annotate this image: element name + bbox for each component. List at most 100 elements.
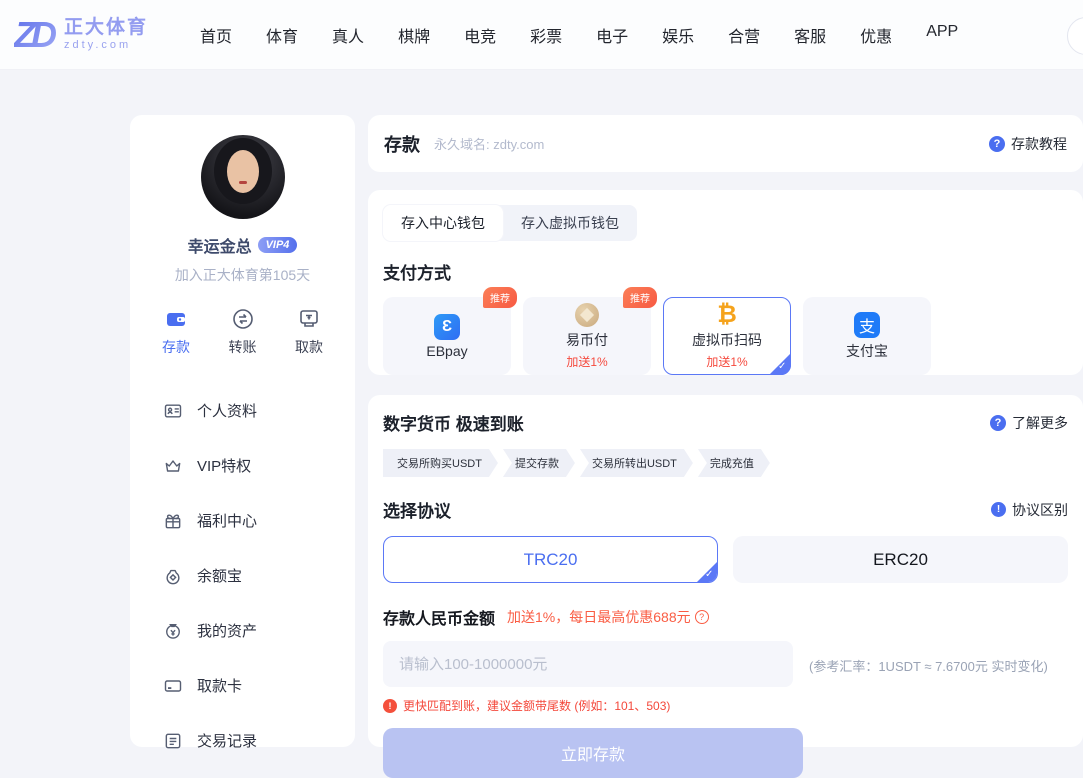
protocol-heading: 选择协议	[383, 497, 451, 522]
amount-input[interactable]	[383, 641, 793, 687]
avatar[interactable]	[201, 135, 285, 219]
wallet-tabs: 存入中心钱包 存入虚拟币钱包	[383, 205, 637, 241]
warning-icon: !	[383, 699, 397, 713]
gold-coin-icon	[575, 303, 599, 327]
payment-heading: 支付方式	[383, 259, 1068, 284]
nav-item-promo[interactable]: 优惠	[860, 23, 892, 47]
nav-item-live[interactable]: 真人	[332, 23, 364, 47]
promo-help-icon[interactable]: ?	[695, 610, 709, 624]
amount-promo: 加送1%，每日最高优惠688元 ?	[507, 607, 709, 627]
payment-methods: 推荐 Ɛ EBpay 推荐 易币付 加送1% ₿ 虚拟币扫码 加送1% ✓ 支 …	[383, 297, 1068, 375]
gift-icon	[163, 511, 183, 531]
recommend-badge: 推荐	[623, 287, 657, 308]
recommend-badge: 推荐	[483, 287, 517, 308]
nav-item-esports[interactable]: 电竞	[464, 23, 496, 47]
ebpay-icon: Ɛ	[434, 314, 460, 340]
deposit-submit-button[interactable]: 立即存款	[383, 728, 803, 778]
bitcoin-icon: ₿	[717, 303, 737, 327]
money-bag-icon	[163, 621, 183, 641]
bank-card-icon	[163, 676, 183, 696]
crypto-deposit-card: 数字货币 极速到账 ? 了解更多 交易所购买USDT 提交存款 交易所转出USD…	[368, 395, 1083, 747]
sidebar-item-profile[interactable]: 个人资料	[130, 383, 355, 438]
selected-check-icon: ✓	[769, 353, 791, 375]
nav-edge-circle[interactable]	[1067, 17, 1083, 55]
sidebar-item-label: 交易记录	[197, 730, 257, 751]
tab-crypto-wallet[interactable]: 存入虚拟币钱包	[503, 205, 637, 241]
join-days-text: 加入正大体育第105天	[130, 265, 355, 285]
sidebar-menu: 个人资料 VIP特权 福利中心 余额宝 我的资产 取款卡 交易记录	[130, 383, 355, 768]
alipay-icon: 支	[854, 312, 880, 338]
withdraw-icon	[297, 307, 321, 331]
sidebar-item-label: 福利中心	[197, 510, 257, 531]
protocol-diff-link[interactable]: ! 协议区别	[991, 500, 1068, 520]
sidebar-item-welfare[interactable]: 福利中心	[130, 493, 355, 548]
deposit-tutorial-link[interactable]: ? 存款教程	[989, 134, 1067, 154]
step-buy-usdt: 交易所购买USDT	[383, 449, 498, 477]
page-title: 存款	[384, 131, 420, 157]
profile-sidebar: 幸运金总 VIP4 加入正大体育第105天 存款 转账 取款 个人资料	[130, 115, 355, 747]
step-submit-deposit: 提交存款	[503, 449, 575, 477]
logo-domain: zdty.com	[64, 39, 148, 51]
tab-central-wallet[interactable]: 存入中心钱包	[383, 205, 503, 241]
quick-action-deposit[interactable]: 存款	[162, 307, 190, 357]
payment-method-card: 存入中心钱包 存入虚拟币钱包 支付方式 推荐 Ɛ EBpay 推荐 易币付 加送…	[368, 190, 1083, 375]
site-logo[interactable]: ZD 正大体育 zdty.com	[14, 14, 148, 56]
sidebar-item-vip[interactable]: VIP特权	[130, 438, 355, 493]
crypto-heading: 数字货币 极速到账	[383, 410, 524, 435]
quick-actions: 存款 转账 取款	[130, 307, 355, 357]
nav-item-slots[interactable]: 电子	[596, 23, 628, 47]
transaction-list-icon	[163, 731, 183, 751]
protocol-erc20[interactable]: ERC20	[733, 536, 1068, 583]
sidebar-item-label: VIP特权	[197, 455, 251, 476]
step-complete: 完成充值	[698, 449, 770, 477]
sidebar-item-assets[interactable]: 我的资产	[130, 603, 355, 658]
nav-menu: 首页 体育 真人 棋牌 电竞 彩票 电子 娱乐 合营 客服 优惠 APP	[200, 23, 958, 47]
amount-label: 存款人民币金额	[383, 605, 495, 629]
quick-action-label: 存款	[162, 337, 190, 357]
quick-action-label: 取款	[295, 337, 323, 357]
selected-check-icon: ✓	[696, 561, 718, 583]
logo-title: 正大体育	[64, 18, 148, 39]
sidebar-item-records[interactable]: 交易记录	[130, 713, 355, 768]
nav-item-sports[interactable]: 体育	[266, 23, 298, 47]
info-icon: !	[991, 502, 1006, 517]
sidebar-item-withdraw-card[interactable]: 取款卡	[130, 658, 355, 713]
payment-ebpay[interactable]: 推荐 Ɛ EBpay	[383, 297, 511, 375]
sidebar-item-label: 余额宝	[197, 565, 242, 586]
id-card-icon	[163, 401, 183, 421]
deposit-steps: 交易所购买USDT 提交存款 交易所转出USDT 完成充值	[383, 449, 1068, 477]
payment-crypto-scan[interactable]: ₿ 虚拟币扫码 加送1% ✓	[663, 297, 791, 375]
step-transfer-usdt: 交易所转出USDT	[580, 449, 693, 477]
nav-item-lottery[interactable]: 彩票	[530, 23, 562, 47]
sidebar-item-yuebao[interactable]: 余额宝	[130, 548, 355, 603]
username: 幸运金总	[188, 233, 252, 257]
payment-alipay[interactable]: 支 支付宝	[803, 297, 931, 375]
bonus-label: 加送1%	[566, 353, 607, 370]
nav-item-cards[interactable]: 棋牌	[398, 23, 430, 47]
nav-item-support[interactable]: 客服	[794, 23, 826, 47]
nav-item-affiliate[interactable]: 合营	[728, 23, 760, 47]
quick-action-withdraw[interactable]: 取款	[295, 307, 323, 357]
protocol-selector: TRC20 ✓ ERC20	[383, 536, 1068, 583]
vip-badge: VIP4	[258, 237, 298, 253]
crown-icon	[163, 456, 183, 476]
amount-note: ! 更快匹配到账，建议金额带尾数 (例如：101、503)	[383, 697, 1068, 714]
sidebar-item-label: 取款卡	[197, 675, 242, 696]
learn-more-link[interactable]: ? 了解更多	[990, 413, 1068, 433]
payment-yibifu[interactable]: 推荐 易币付 加送1%	[523, 297, 651, 375]
wallet-icon	[164, 307, 188, 331]
deposit-header-card: 存款 永久域名: zdty.com ? 存款教程	[368, 115, 1083, 172]
quick-action-label: 转账	[229, 337, 257, 357]
question-icon: ?	[989, 136, 1005, 152]
nav-item-app[interactable]: APP	[926, 23, 958, 47]
permanent-domain-note: 永久域名: zdty.com	[434, 134, 544, 153]
transfer-icon	[231, 307, 255, 331]
quick-action-transfer[interactable]: 转账	[229, 307, 257, 357]
money-pouch-icon	[163, 566, 183, 586]
nav-item-entertainment[interactable]: 娱乐	[662, 23, 694, 47]
logo-monogram: ZD	[14, 14, 60, 56]
protocol-trc20[interactable]: TRC20 ✓	[383, 536, 718, 583]
nav-item-home[interactable]: 首页	[200, 23, 232, 47]
sidebar-item-label: 我的资产	[197, 620, 257, 641]
exchange-rate-text: (参考汇率：1USDT ≈ 7.6700元 实时变化)	[809, 656, 1048, 687]
